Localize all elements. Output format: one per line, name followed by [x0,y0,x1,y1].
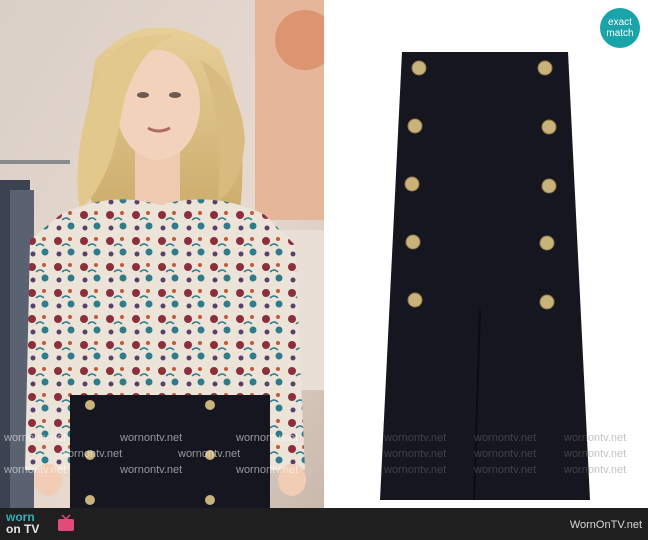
watermark: wornontv.net [120,464,183,476]
footer-bar: worn on TV WornOnTV.net [0,508,648,540]
exact-match-badge: exact match [600,8,640,48]
watermark: wornontv.net [236,432,299,444]
watermark: wornontv.net [384,464,447,476]
watermark: wornontv.net [564,432,627,444]
watermark: wornontv.net [4,464,67,476]
watermark: wornontv.net [178,448,241,460]
watermark: wornontv.net [564,448,627,460]
watermark: wornontv.net [236,464,299,476]
watermark: wornontv.net [474,448,537,460]
watermark: wornontv.net [4,432,67,444]
badge-line2: match [606,28,634,39]
site-logo[interactable]: worn on TV [6,511,39,535]
watermark: wornontv.net [384,432,447,444]
watermark: wornontv.net [60,448,123,460]
watermark: wornontv.net [384,448,447,460]
watermark: wornontv.net [474,464,537,476]
watermark: wornontv.net [474,432,537,444]
badge-line1: exact [608,17,632,28]
tv-icon [58,514,74,531]
product-image: wornontv.net wornontv.net wornontv.net w… [324,0,648,508]
watermark: wornontv.net [564,464,627,476]
watermark: wornontv.net [120,432,183,444]
logo-bottom: on TV [6,522,40,536]
site-name[interactable]: WornOnTV.net [570,519,642,531]
scene-photo: wornontv.net wornontv.net wornontv.net w… [0,0,324,508]
